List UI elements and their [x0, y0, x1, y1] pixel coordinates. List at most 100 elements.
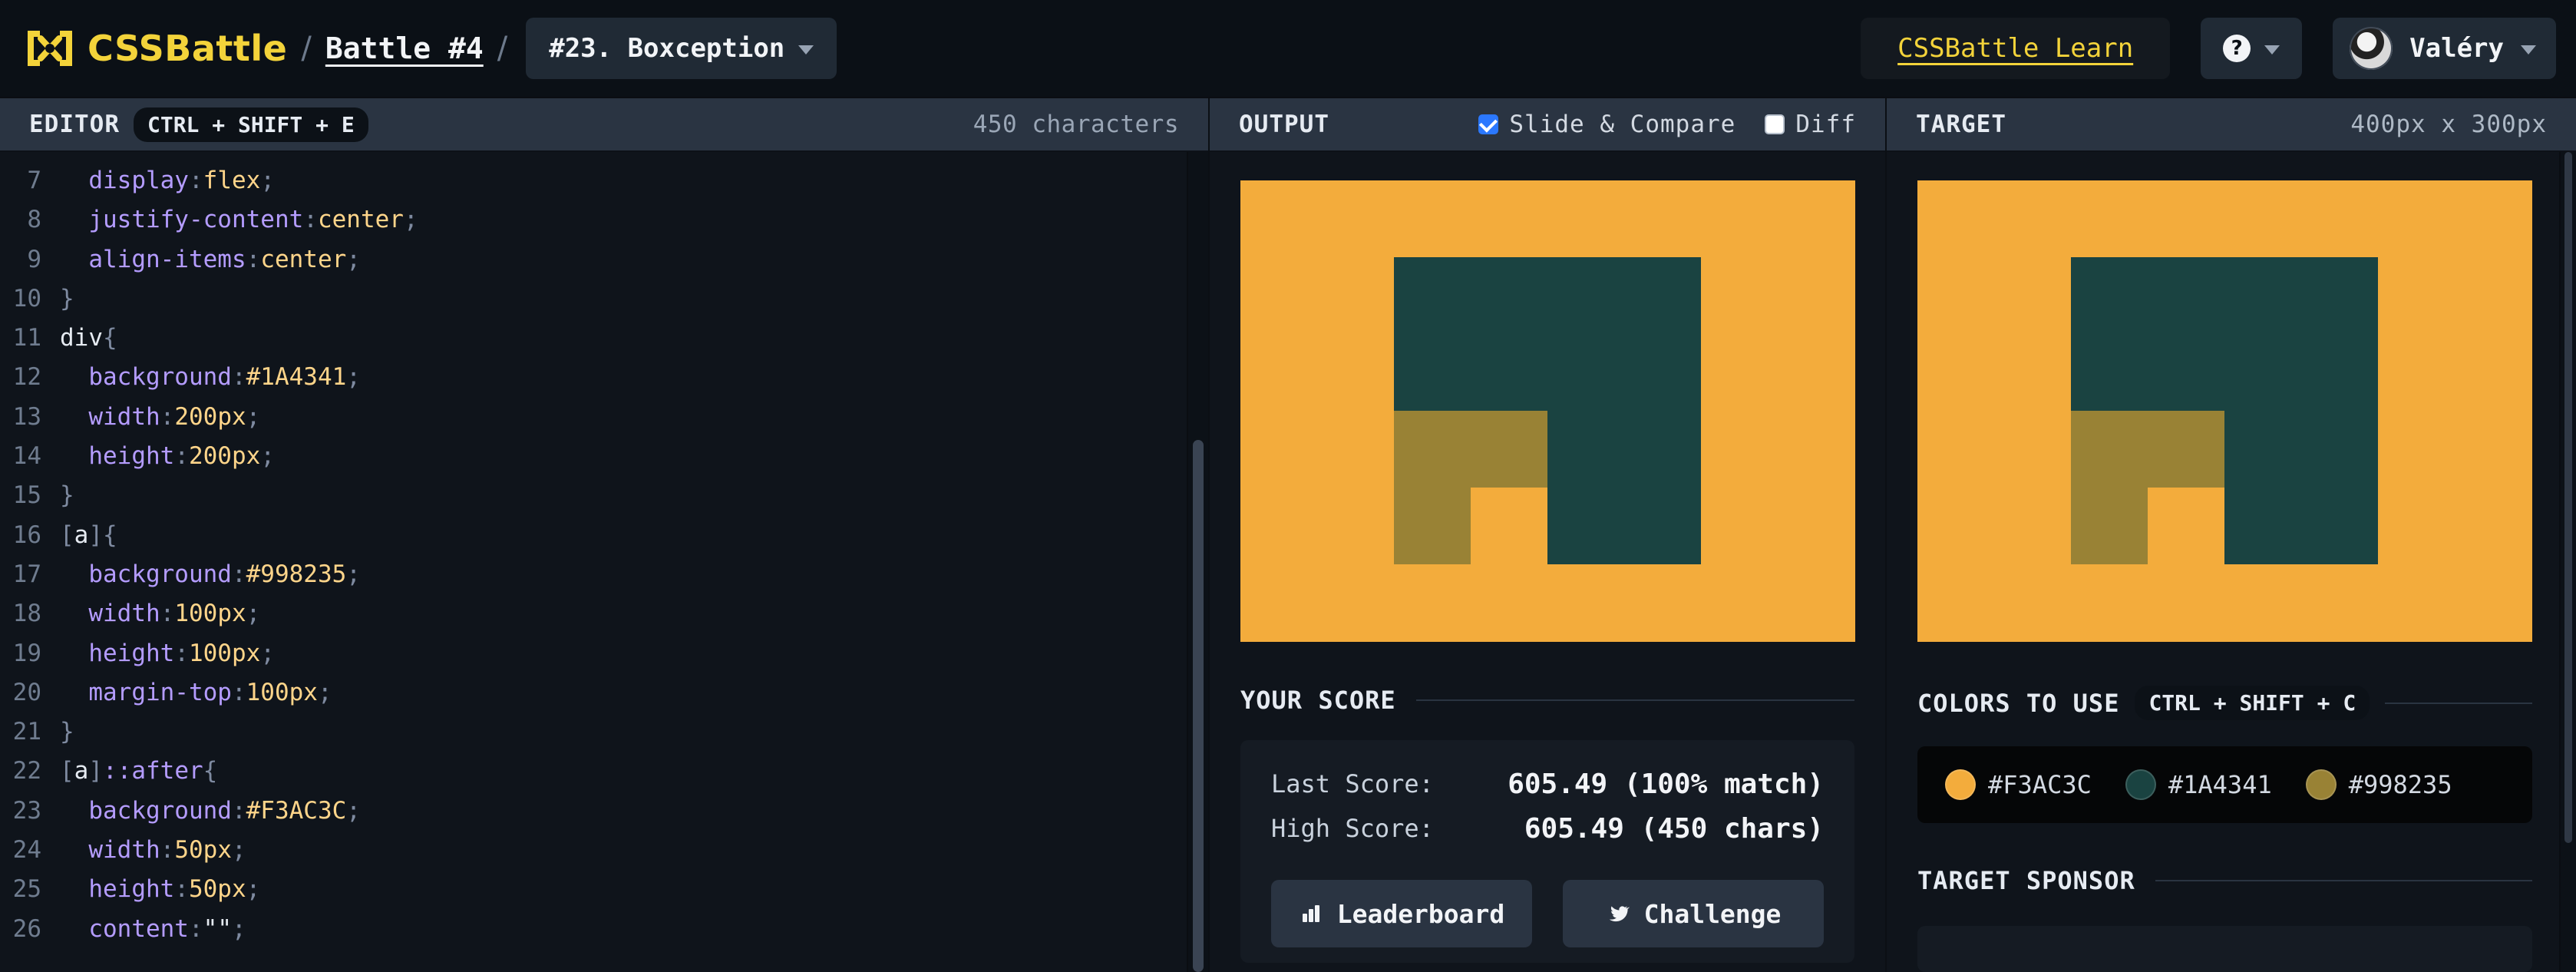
user-name: Valéry [2409, 33, 2504, 64]
top-bar-right: CSSBattle Learn ? Valéry [1861, 18, 2556, 79]
code-line[interactable]: 10} [0, 279, 1208, 319]
code-line[interactable]: 13 width:200px; [0, 398, 1208, 437]
editor-scrollbar-thumb[interactable] [1193, 440, 1204, 972]
code-line[interactable]: 19 height:100px; [0, 634, 1208, 673]
diff-checkbox[interactable] [1765, 114, 1785, 134]
slide-compare-toggle[interactable]: Slide & Compare [1478, 111, 1735, 138]
last-score-value: 605.49 (100% match) [1508, 768, 1824, 800]
challenge-button[interactable]: Challenge [1563, 880, 1824, 947]
code-editor[interactable]: 7 display:flex; 8 justify-content:center;… [0, 152, 1208, 972]
code-line[interactable]: 20 margin-top:100px; [0, 673, 1208, 712]
editor-scrollbar[interactable] [1187, 152, 1208, 972]
code-line[interactable]: 25 height:50px; [0, 870, 1208, 909]
line-text[interactable]: height:200px; [60, 437, 275, 476]
code-token: [ [60, 521, 74, 549]
editor-header: EDITOR CTRL + SHIFT + E 450 characters [0, 98, 1208, 152]
line-text[interactable]: margin-top:100px; [60, 673, 332, 712]
user-menu-button[interactable]: Valéry [2333, 18, 2556, 79]
score-title: YOUR SCORE [1240, 686, 1396, 715]
target-size: 400px x 300px [2350, 111, 2547, 138]
code-line[interactable]: 15} [0, 476, 1208, 515]
swatch-1[interactable]: #F3AC3C [1945, 769, 2092, 800]
swatch-3[interactable]: #998235 [2305, 769, 2452, 800]
output-canvas[interactable] [1240, 180, 1855, 642]
score-card: Last Score: 605.49 (100% match) High Sco… [1240, 740, 1854, 963]
code-token: ; [317, 678, 332, 706]
help-menu-button[interactable]: ? [2201, 18, 2303, 79]
code-token: ; [403, 206, 418, 234]
code-lines[interactable]: 7 display:flex; 8 justify-content:center;… [0, 152, 1208, 949]
target-title: TARGET [1916, 111, 2006, 138]
line-number: 23 [12, 796, 41, 825]
swatch-hex: #1A4341 [2168, 770, 2272, 799]
line-text[interactable]: [a]{ [60, 516, 117, 555]
line-text[interactable]: } [60, 712, 74, 752]
swatch-2[interactable]: #1A4341 [2125, 769, 2272, 800]
code-token: { [103, 521, 117, 549]
line-text[interactable]: background:#F3AC3C; [60, 792, 361, 831]
logo[interactable]: CSSBattle [20, 26, 287, 71]
right-scrollbar[interactable] [2559, 152, 2576, 972]
leaderboard-button[interactable]: Leaderboard [1271, 880, 1532, 947]
code-line[interactable]: 7 display:flex; [0, 161, 1208, 200]
line-text[interactable]: content:""; [60, 910, 246, 949]
slide-compare-checkbox[interactable] [1478, 114, 1499, 134]
line-number: 8 [27, 206, 41, 234]
code-token: : [188, 167, 203, 194]
code-token: : [174, 875, 189, 904]
code-line[interactable]: 18 width:100px; [0, 594, 1208, 633]
code-token: background [88, 796, 232, 825]
line-text[interactable]: [a]::after{ [60, 752, 217, 791]
line-text[interactable]: div{ [60, 319, 117, 358]
code-line[interactable]: 17 background:#998235; [0, 555, 1208, 594]
line-number: 16 [12, 521, 41, 549]
bar-chart-icon [1299, 901, 1323, 926]
line-text[interactable]: align-items:center; [60, 240, 361, 279]
editor-shortcut: CTRL + SHIFT + E [133, 107, 368, 142]
code-token: ; [246, 402, 261, 431]
code-token: ; [231, 836, 246, 865]
line-text[interactable]: } [60, 279, 74, 319]
code-token: content [88, 914, 189, 943]
line-text[interactable]: width:50px; [60, 831, 246, 870]
diff-toggle[interactable]: Diff [1765, 111, 1856, 138]
output-render[interactable] [1240, 180, 1855, 642]
code-line[interactable]: 24 width:50px; [0, 831, 1208, 870]
code-line[interactable]: 11 div{ [0, 319, 1208, 358]
output-orange-notch [1471, 488, 1547, 564]
twitter-icon [1606, 901, 1630, 926]
cssbattle-learn-link[interactable]: CSSBattle Learn [1861, 18, 2171, 79]
line-text[interactable]: width:200px; [60, 398, 260, 437]
code-line[interactable]: 16 [a]{ [0, 516, 1208, 555]
colors-section: COLORS TO USE CTRL + SHIFT + C #F3AC3C #… [1917, 686, 2532, 823]
line-number: 14 [12, 442, 41, 471]
line-number: 17 [12, 560, 41, 588]
code-line[interactable]: 9 align-items:center; [0, 240, 1208, 279]
line-text[interactable]: background:#998235; [60, 555, 361, 594]
line-text[interactable]: height:100px; [60, 634, 275, 673]
level-selector[interactable]: #23. Boxception [526, 18, 837, 79]
code-line[interactable]: 26 content:""; [0, 910, 1208, 949]
code-line[interactable]: 21} [0, 712, 1208, 752]
line-text[interactable]: display:flex; [60, 161, 275, 200]
line-text[interactable]: background:#1A4341; [60, 358, 361, 397]
line-text[interactable]: width:100px; [60, 594, 260, 633]
line-text[interactable]: } [60, 476, 74, 515]
right-scrollbar-thumb[interactable] [2564, 152, 2572, 843]
line-number: 19 [12, 639, 41, 667]
code-line[interactable]: 8 justify-content:center; [0, 200, 1208, 240]
code-line[interactable]: 14 height:200px; [0, 437, 1208, 476]
code-line[interactable]: 22 [a]::after{ [0, 752, 1208, 791]
code-line[interactable]: 12 background:#1A4341; [0, 358, 1208, 397]
line-text[interactable]: height:50px; [60, 870, 260, 909]
colors-shortcut: CTRL + SHIFT + C [2135, 686, 2370, 720]
code-token: 100px [188, 639, 261, 667]
colors-title-row: COLORS TO USE CTRL + SHIFT + C [1917, 686, 2532, 720]
line-text[interactable]: justify-content:center; [60, 200, 418, 240]
code-line[interactable]: 23 background:#F3AC3C; [0, 792, 1208, 831]
battle-link[interactable]: Battle #4 [325, 31, 484, 65]
